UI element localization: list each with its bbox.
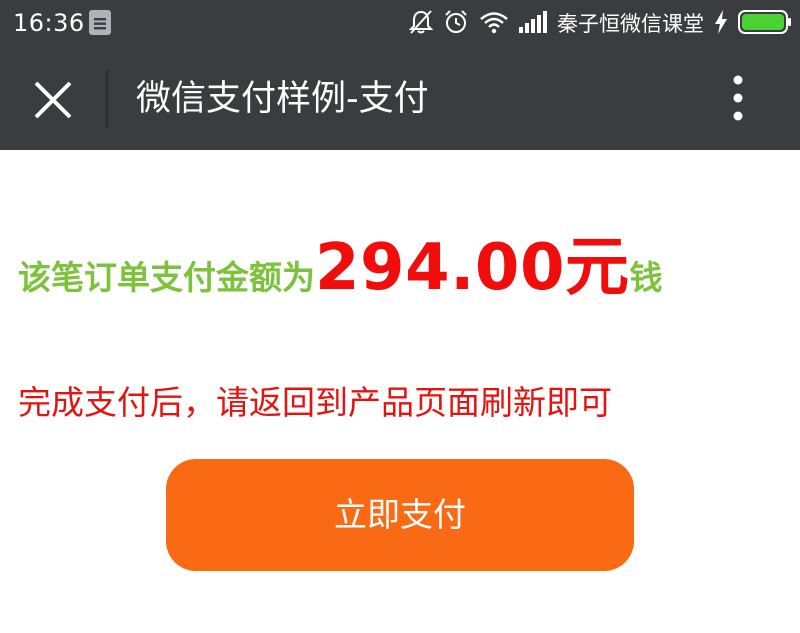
alarm-icon	[443, 9, 469, 39]
mute-bell-icon	[408, 9, 434, 39]
refresh-hint-text: 完成支付后，请返回到产品页面刷新即可	[18, 383, 612, 422]
amount-suffix-text: 钱	[629, 258, 663, 297]
status-icons: 秦子恒微信课堂	[399, 8, 792, 40]
note-icon	[89, 10, 111, 35]
title-bar-divider	[106, 70, 108, 128]
title-bar: 微信支付样例-支付	[0, 48, 800, 150]
order-amount-line: 该笔订单支付金额为 294.00元 钱	[18, 216, 663, 305]
signal-icon	[519, 11, 547, 37]
pay-now-button[interactable]: 立即支付	[166, 459, 634, 571]
status-time: 16:36	[13, 9, 85, 37]
wifi-icon	[479, 10, 509, 38]
page-title: 微信支付样例-支付	[136, 79, 429, 119]
amount-prefix-text: 该笔订单支付金额为	[18, 258, 315, 297]
status-carrier-text: 秦子恒微信课堂	[557, 12, 704, 36]
order-amount-value: 294.00元	[315, 231, 630, 305]
close-icon[interactable]	[31, 78, 75, 122]
charging-bolt-icon	[714, 10, 728, 38]
more-vertical-icon[interactable]	[722, 72, 754, 124]
battery-icon	[738, 10, 792, 38]
status-bar: 16:36 秦子恒微信课堂	[0, 0, 800, 48]
